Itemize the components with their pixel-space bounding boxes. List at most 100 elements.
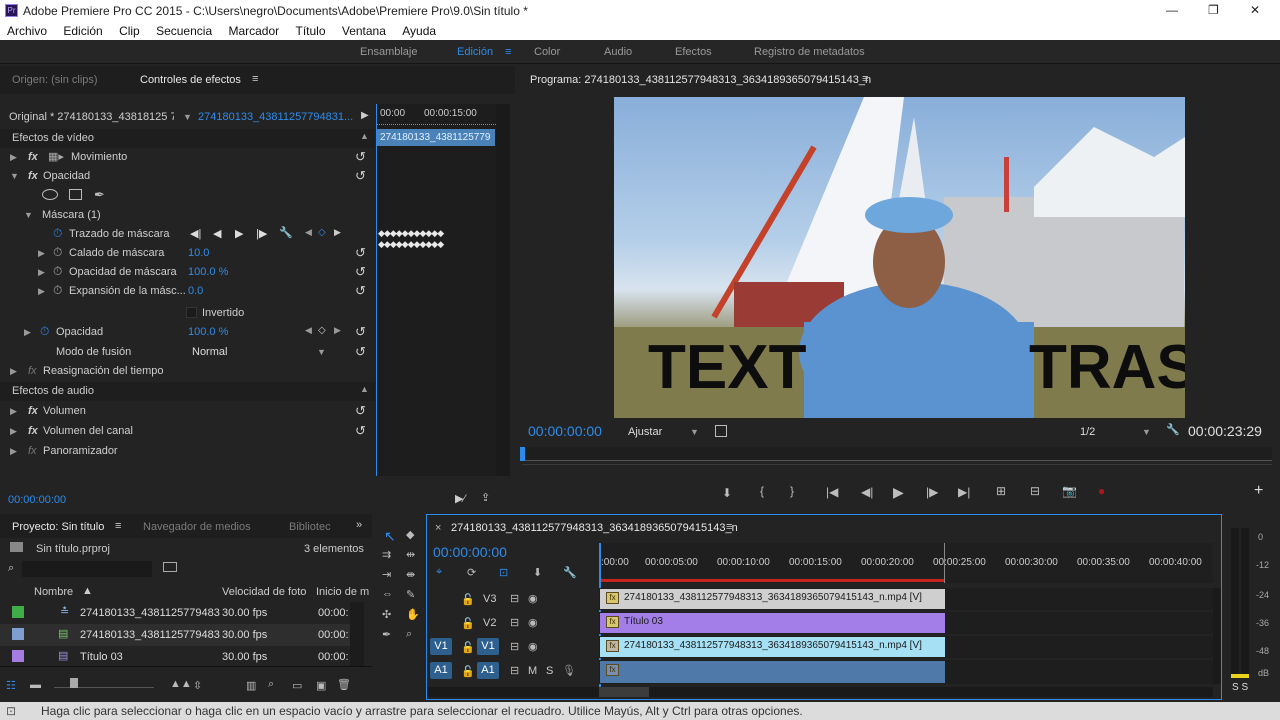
menu-ventana[interactable]: Ventana bbox=[342, 24, 386, 38]
track-back-icon[interactable]: ◀ bbox=[213, 227, 221, 240]
tab-project[interactable]: Proyecto: Sin título bbox=[12, 521, 104, 533]
fit-select[interactable]: Ajustar bbox=[628, 426, 662, 438]
go-to-in-icon[interactable]: |◀ bbox=[826, 485, 838, 499]
go-to-out-icon[interactable]: ▶| bbox=[958, 485, 970, 499]
search-icon[interactable]: ⌕ bbox=[8, 562, 14, 575]
slip-tool-icon[interactable]: ✣ bbox=[382, 608, 391, 621]
effect-row-opacidad[interactable]: ▼ fx Opacidad ↺ bbox=[0, 167, 375, 186]
new-item-icon[interactable]: ▣ bbox=[316, 679, 326, 692]
expand-icon[interactable]: ▶ bbox=[38, 248, 45, 259]
menu-secuencia[interactable]: Secuencia bbox=[156, 24, 212, 38]
fx-icon[interactable]: fx bbox=[28, 425, 38, 437]
linked-selection-icon[interactable]: ⟳ bbox=[467, 566, 476, 579]
panel-menu-icon[interactable]: ≡ bbox=[862, 73, 868, 85]
collapse-icon[interactable]: ▲ bbox=[360, 131, 369, 141]
more-tabs-icon[interactable]: » bbox=[356, 519, 362, 531]
work-area-bar[interactable] bbox=[599, 579, 945, 582]
maximize-button[interactable]: ❐ bbox=[1208, 3, 1219, 17]
menu-ayuda[interactable]: Ayuda bbox=[402, 24, 436, 38]
panel-menu-icon[interactable]: ≡ bbox=[252, 73, 258, 85]
mini-clip[interactable]: 274180133_4381125779 bbox=[377, 129, 495, 146]
rate-stretch-tool-icon[interactable]: ⇔ bbox=[382, 588, 393, 600]
effect-row-movimiento[interactable]: ▶ fx ▦▸ Movimiento ↺ bbox=[0, 148, 375, 167]
effect-mini-timeline[interactable]: 00:00 00:00:15:00 274180133_4381125779 ◆… bbox=[376, 104, 496, 476]
add-button-icon[interactable]: + bbox=[1254, 482, 1263, 500]
mask-opacity-value[interactable]: 100.0 % bbox=[188, 266, 228, 278]
eye-icon[interactable]: ◉ bbox=[528, 592, 538, 605]
icon-view-icon[interactable]: ▬ bbox=[30, 679, 41, 691]
stopwatch-icon[interactable]: ⏱ bbox=[40, 324, 49, 339]
reset-icon[interactable]: ↺ bbox=[355, 283, 366, 299]
reset-icon[interactable]: ↺ bbox=[355, 324, 366, 340]
effect-row-volumen[interactable]: ▶ fx Volumen ↺ bbox=[0, 402, 375, 421]
effect-row-time-remap[interactable]: ▶ fx Reasignación del tiempo bbox=[0, 362, 375, 381]
track-target-v1[interactable]: V1 bbox=[477, 638, 499, 655]
list-view-icon[interactable]: ☷ bbox=[6, 679, 16, 692]
reset-icon[interactable]: ↺ bbox=[355, 344, 366, 360]
dropdown-arrow-icon[interactable]: ▼ bbox=[1142, 427, 1151, 437]
zoom-slider-handle[interactable] bbox=[70, 678, 78, 688]
mask-row[interactable]: ▼ Máscara (1) bbox=[0, 206, 375, 225]
prev-keyframe-icon[interactable]: ◀ bbox=[305, 325, 312, 336]
new-bin-icon[interactable] bbox=[163, 562, 177, 572]
panel-menu-icon[interactable]: ≡ bbox=[115, 520, 121, 532]
selection-group-icon[interactable]: ⊡ bbox=[499, 566, 508, 579]
timeline-vscroll[interactable] bbox=[1213, 588, 1221, 684]
eye-icon[interactable]: ◉ bbox=[528, 616, 538, 629]
timeline-clip-a1[interactable]: fx bbox=[600, 661, 945, 683]
sort-asc-icon[interactable]: ▲ bbox=[82, 585, 93, 597]
slide-tool-icon[interactable]: ⇼ bbox=[406, 568, 415, 581]
timeline-ruler[interactable]: :00:00 00:00:05:00 00:00:10:00 00:00:15:… bbox=[599, 543, 1213, 583]
ripple-edit-tool-icon[interactable]: ⇥ bbox=[382, 568, 391, 581]
fx-icon[interactable]: fx bbox=[28, 365, 37, 377]
step-forward-icon[interactable]: |▶ bbox=[926, 485, 938, 499]
sync-lock-icon[interactable]: ⊟ bbox=[510, 664, 519, 677]
mark-out-icon[interactable]: } bbox=[790, 484, 794, 498]
record-icon[interactable]: ● bbox=[1098, 484, 1105, 498]
play-only-icon[interactable]: ▶ bbox=[361, 110, 369, 121]
tab-origen[interactable]: Origen: (sin clips) bbox=[12, 74, 98, 86]
blend-mode-select[interactable]: Normal bbox=[192, 346, 227, 358]
column-name[interactable]: Nombre bbox=[34, 586, 73, 598]
mask-feather-row[interactable]: ▶ ⏱ Calado de máscara 10.0 ↺ bbox=[0, 244, 375, 263]
rectangle-mask-icon[interactable] bbox=[69, 189, 82, 200]
workspace-metadatos[interactable]: Registro de metadatos bbox=[754, 46, 865, 58]
fx-icon[interactable]: fx bbox=[28, 405, 38, 417]
track-v3[interactable]: 🔓 V3 ⊟ ◉ bbox=[427, 588, 599, 610]
workspace-edicion[interactable]: Edición bbox=[457, 46, 493, 58]
export-frame-icon[interactable]: 📷 bbox=[1062, 484, 1077, 498]
sync-lock-icon[interactable]: ⊟ bbox=[510, 640, 519, 653]
next-keyframe-icon[interactable]: ▶ bbox=[334, 227, 341, 238]
reset-icon[interactable]: ↺ bbox=[355, 264, 366, 280]
tab-controles-efectos[interactable]: Controles de efectos bbox=[140, 74, 241, 86]
dropdown-arrow-icon[interactable]: ▼ bbox=[317, 347, 326, 357]
dropdown-arrow-icon[interactable]: ▼ bbox=[183, 112, 192, 122]
timeline-clip-v2[interactable]: fx Título 03 bbox=[600, 613, 945, 633]
collapse-icon[interactable]: ▲ bbox=[360, 384, 369, 394]
close-button[interactable]: ✕ bbox=[1250, 3, 1260, 17]
timeline-clip-v3[interactable]: fx 274180133_438112577948313_36341893650… bbox=[600, 589, 945, 609]
timeline-settings-icon[interactable]: 🔧 bbox=[563, 566, 577, 579]
expand-icon[interactable]: ▶ bbox=[10, 366, 17, 377]
timeline-hscroll[interactable] bbox=[599, 687, 649, 697]
hand-tool-icon[interactable]: ✋ bbox=[406, 608, 420, 621]
track-a1[interactable]: A1 🔓 A1 ⊟ M S 🎙 bbox=[427, 660, 599, 682]
workspace-audio[interactable]: Audio bbox=[604, 46, 632, 58]
program-scrub-bar[interactable] bbox=[522, 447, 1272, 461]
stopwatch-icon[interactable]: ⏱ bbox=[53, 264, 62, 279]
dropdown-arrow-icon[interactable]: ▼ bbox=[690, 427, 699, 437]
expand-icon[interactable]: ▶ bbox=[10, 426, 17, 437]
reset-icon[interactable]: ↺ bbox=[355, 168, 366, 184]
workspace-efectos[interactable]: Efectos bbox=[675, 46, 712, 58]
reset-icon[interactable]: ↺ bbox=[355, 245, 366, 261]
panel-menu-icon[interactable]: ≡ bbox=[726, 521, 732, 533]
expand-icon[interactable]: ▶ bbox=[24, 327, 31, 338]
pen-tool-icon[interactable]: ✒ bbox=[382, 628, 391, 641]
video-frame[interactable]: TEXT TRAS bbox=[614, 97, 1185, 418]
delete-icon[interactable]: 🗑 bbox=[337, 678, 351, 691]
lift-icon[interactable]: ⊞ bbox=[996, 484, 1006, 498]
ellipse-mask-icon[interactable] bbox=[42, 189, 58, 200]
track-v2[interactable]: 🔓 V2 ⊟ ◉ bbox=[427, 612, 599, 634]
lock-icon[interactable]: 🔓 bbox=[461, 593, 475, 606]
menu-edicion[interactable]: Edición bbox=[63, 24, 102, 38]
